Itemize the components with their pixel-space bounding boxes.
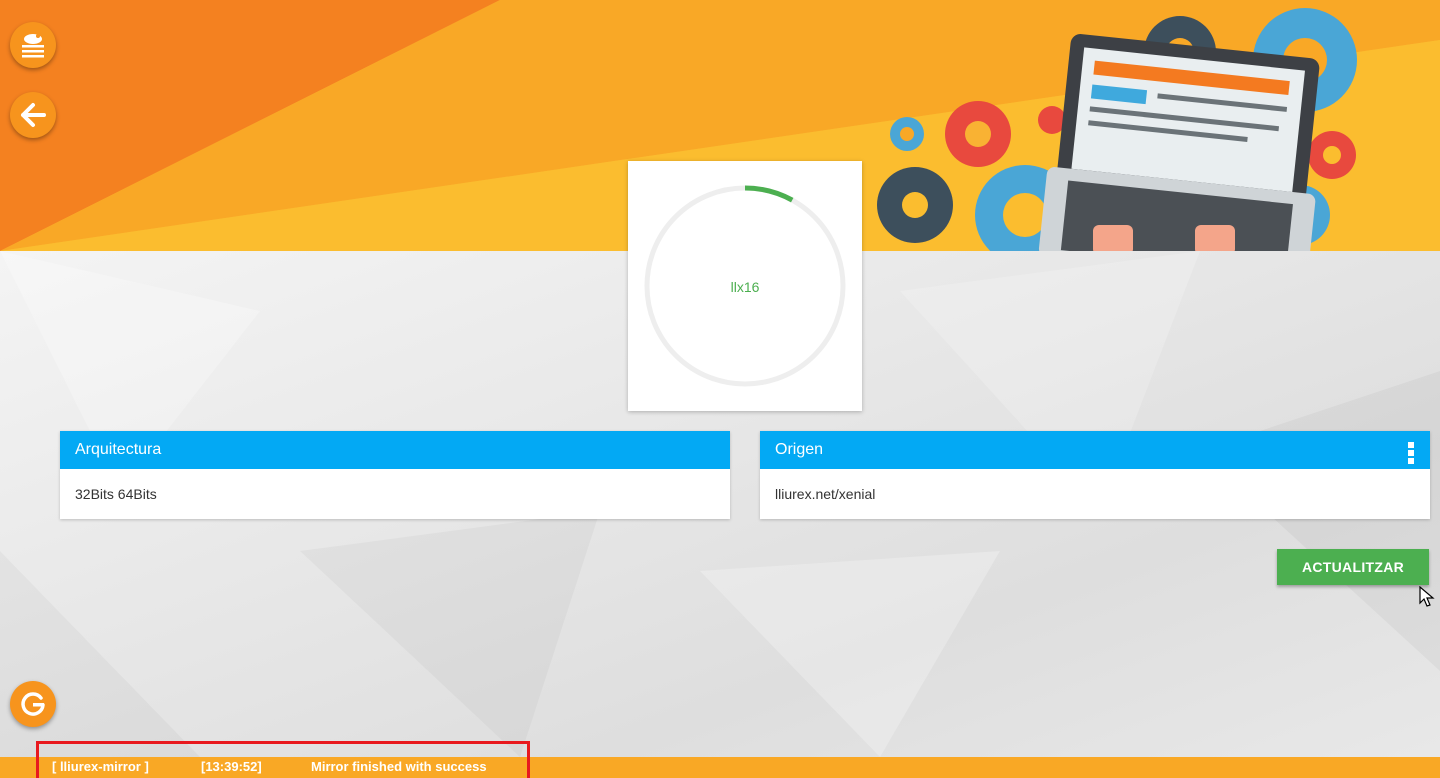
mirror-name: llx16 bbox=[730, 279, 760, 295]
refresh-button[interactable] bbox=[10, 681, 56, 727]
mouse-cursor-icon bbox=[1419, 586, 1435, 607]
architecture-value: 32Bits 64Bits bbox=[75, 486, 157, 502]
status-time: [13:39:52] bbox=[201, 759, 262, 774]
update-button[interactable]: ACTUALITZAR bbox=[1277, 549, 1429, 585]
gears-laptop-illustration bbox=[877, 8, 1357, 251]
architecture-panel: Arquitectura 32Bits 64Bits bbox=[60, 431, 730, 519]
lliurex-menu-icon bbox=[22, 34, 44, 58]
arrow-left-icon bbox=[21, 103, 46, 127]
refresh-icon bbox=[21, 692, 45, 716]
app-menu-button[interactable] bbox=[10, 22, 56, 68]
back-button[interactable] bbox=[10, 92, 56, 138]
more-options-icon[interactable] bbox=[1408, 442, 1414, 464]
status-source: [ lliurex-mirror ] bbox=[52, 759, 149, 774]
architecture-panel-title: Arquitectura bbox=[60, 431, 730, 469]
mirror-card[interactable]: llx16 bbox=[628, 161, 862, 411]
origin-value: lliurex.net/xenial bbox=[775, 486, 876, 502]
status-message: Mirror finished with success bbox=[311, 759, 487, 774]
origin-panel: Origen lliurex.net/xenial bbox=[760, 431, 1430, 519]
origin-panel-title: Origen bbox=[775, 441, 824, 458]
origin-panel-header: Origen bbox=[760, 431, 1430, 469]
